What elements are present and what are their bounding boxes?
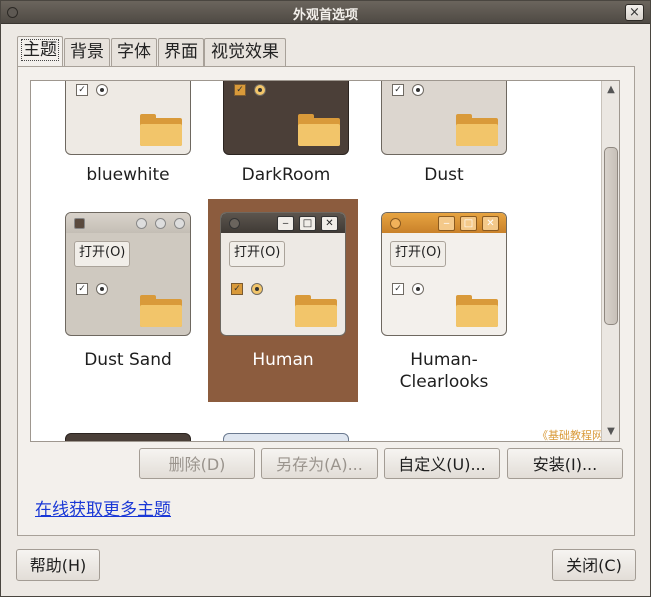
theme-name: Human bbox=[252, 350, 314, 370]
help-button[interactable]: 帮助(H) bbox=[16, 549, 100, 581]
theme-item-bluewhite[interactable]: ✓ bluewhite bbox=[53, 81, 203, 185]
install-button[interactable]: 安装(I)... bbox=[507, 448, 623, 479]
delete-button[interactable]: 删除(D) bbox=[139, 448, 255, 479]
save-as-button[interactable]: 另存为(A)... bbox=[261, 448, 378, 479]
preview-checkbox: ✓ bbox=[231, 283, 243, 295]
preview-checkbox: ✓ bbox=[76, 283, 88, 295]
theme-list-scrollbar[interactable]: ▲ ▼ bbox=[601, 81, 619, 441]
preview-open-button: 打开(O) bbox=[390, 241, 447, 267]
theme-preview: ✓ bbox=[223, 81, 349, 155]
preview-checkbox: ✓ bbox=[234, 84, 246, 96]
theme-item-darkroom[interactable]: ✓ DarkRoom bbox=[211, 81, 361, 185]
title-bar: 外观首选项 × bbox=[1, 1, 650, 24]
tab-background[interactable]: 背景 bbox=[64, 38, 110, 66]
theme-name: DarkRoom bbox=[241, 165, 331, 185]
theme-name: Human-Clearlooks bbox=[399, 350, 489, 392]
customize-button[interactable]: 自定义(U)... bbox=[384, 448, 500, 479]
theme-preview-partial bbox=[223, 433, 349, 441]
theme-preview: 打开(O) ✓ bbox=[65, 212, 191, 336]
preview-radio bbox=[412, 283, 424, 295]
tab-theme[interactable]: 主题 bbox=[17, 36, 63, 66]
tab-fonts[interactable]: 字体 bbox=[111, 38, 157, 66]
preview-radio bbox=[96, 283, 108, 295]
theme-item-human-clearlooks[interactable]: ‒ □ ✕ 打开(O) ✓ Human-Clearlooks bbox=[369, 199, 519, 402]
theme-preview-partial bbox=[65, 433, 191, 441]
theme-preview: ‒ □ ✕ 打开(O) ✓ bbox=[220, 212, 346, 336]
theme-name: bluewhite bbox=[86, 165, 170, 185]
theme-name: Dust Sand bbox=[84, 350, 172, 370]
preview-radio bbox=[254, 84, 266, 96]
scrollbar-thumb[interactable] bbox=[604, 147, 618, 325]
theme-preview: ‒ □ ✕ 打开(O) ✓ bbox=[381, 212, 507, 336]
preview-checkbox: ✓ bbox=[392, 283, 404, 295]
folder-icon bbox=[295, 295, 337, 327]
folder-icon bbox=[140, 114, 182, 146]
theme-item-human[interactable]: ‒ □ ✕ 打开(O) ✓ Human bbox=[208, 199, 358, 402]
tab-interface[interactable]: 界面 bbox=[158, 38, 204, 66]
theme-list[interactable]: ✓ bluewhite ✓ DarkRoom ✓ Dust 打开(O) ✓ Du… bbox=[30, 80, 620, 442]
preview-radio bbox=[412, 84, 424, 96]
scroll-down-arrow-icon[interactable]: ▼ bbox=[604, 425, 618, 439]
preview-radio bbox=[96, 84, 108, 96]
folder-icon bbox=[298, 114, 340, 146]
preview-open-button: 打开(O) bbox=[229, 241, 286, 267]
theme-preview: ✓ bbox=[381, 81, 507, 155]
preview-radio bbox=[251, 283, 263, 295]
preview-checkbox: ✓ bbox=[392, 84, 404, 96]
theme-item-dust-sand[interactable]: 打开(O) ✓ Dust Sand bbox=[53, 199, 203, 402]
tab-visual-effects[interactable]: 视觉效果 bbox=[204, 38, 286, 66]
theme-preview: ✓ bbox=[65, 81, 191, 155]
window-title: 外观首选项 bbox=[292, 8, 358, 23]
preview-checkbox: ✓ bbox=[76, 84, 88, 96]
folder-icon bbox=[140, 295, 182, 327]
theme-item-dust[interactable]: ✓ Dust bbox=[369, 81, 519, 185]
scroll-up-arrow-icon[interactable]: ▲ bbox=[604, 83, 618, 97]
theme-tab-panel: ✓ bluewhite ✓ DarkRoom ✓ Dust 打开(O) ✓ Du… bbox=[17, 66, 635, 536]
folder-icon bbox=[456, 114, 498, 146]
close-button[interactable]: 关闭(C) bbox=[552, 549, 636, 581]
window-close-button[interactable]: × bbox=[625, 4, 644, 21]
theme-name: Dust bbox=[424, 165, 464, 185]
appearance-preferences-window: 外观首选项 × 主题 背景 字体 界面 视觉效果 ✓ bluewhite ✓ D… bbox=[0, 0, 651, 597]
folder-icon bbox=[456, 295, 498, 327]
preview-open-button: 打开(O) bbox=[74, 241, 131, 267]
get-more-themes-link[interactable]: 在线获取更多主题 bbox=[35, 495, 171, 520]
